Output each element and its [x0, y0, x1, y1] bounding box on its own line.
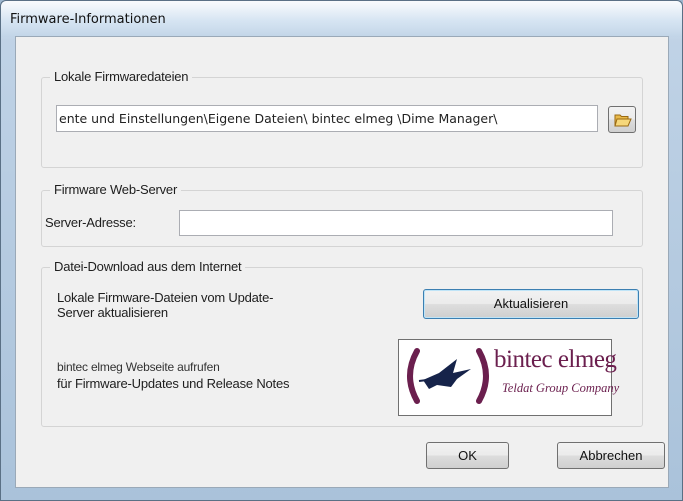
firmware-path-field[interactable]: ente und Einstellungen\Eigene Dateien\ b… [56, 105, 598, 132]
update-description-line2: Server aktualisieren [57, 305, 168, 320]
web-server-group-label: Firmware Web-Server [50, 182, 182, 197]
logo-tagline: Teldat Group Company [502, 381, 620, 395]
local-files-group-label: Lokale Firmwaredateien [50, 69, 193, 84]
open-folder-icon [614, 114, 632, 127]
dialog-window: Firmware-Informationen Lokale Firmwareda… [0, 0, 683, 501]
server-address-input[interactable] [179, 210, 613, 236]
browse-folder-button[interactable] [608, 106, 636, 133]
logo-wordmark: bintec elmeg [494, 346, 617, 373]
local-files-group: Lokale Firmwaredateien ente und Einstell… [41, 69, 643, 168]
window-title: Firmware-Informationen [10, 12, 166, 27]
refresh-button[interactable]: Aktualisieren [423, 289, 639, 319]
website-description-line2: für Firmware-Updates und Release Notes [57, 376, 290, 391]
web-server-group: Firmware Web-Server Server-Adresse: [41, 182, 643, 247]
title-bar[interactable]: Firmware-Informationen [1, 1, 682, 37]
dialog-content: Lokale Firmwaredateien ente und Einstell… [15, 36, 669, 488]
update-description-line1: Lokale Firmware-Dateien vom Update- [57, 290, 274, 305]
website-description-line1: bintec elmeg Webseite aufrufen [57, 360, 220, 374]
download-group: Datei-Download aus dem Internet Lokale F… [41, 259, 643, 427]
download-group-label: Datei-Download aus dem Internet [50, 259, 246, 274]
hummingbird-logo-icon [407, 348, 489, 404]
bintec-elmeg-logo-button[interactable]: bintec elmeg Teldat Group Company [398, 339, 619, 416]
ok-button[interactable]: OK [426, 442, 509, 469]
cancel-button[interactable]: Abbrechen [557, 442, 665, 469]
server-address-label: Server-Adresse: [45, 215, 136, 230]
